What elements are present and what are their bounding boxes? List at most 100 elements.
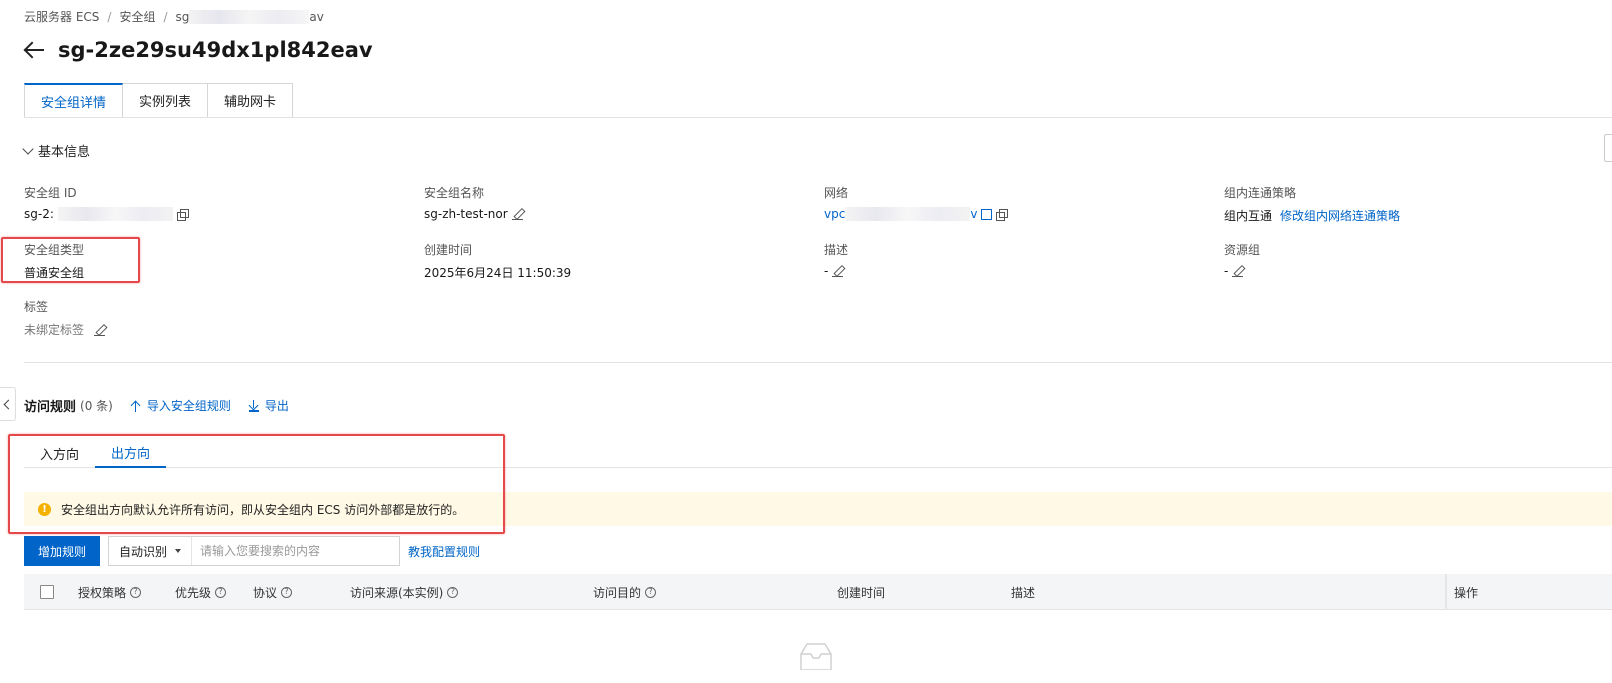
rules-toolbar: 增加规则 自动识别 教我配置规则 <box>24 536 480 566</box>
search-mode-select[interactable]: 自动识别 <box>109 537 193 565</box>
info-label: 资源组 <box>1224 243 1261 257</box>
info-sg-id: 安全组 ID sg-2: <box>24 184 189 221</box>
info-label: 安全组名称 <box>424 186 485 200</box>
column-actions: 操作 <box>1454 585 1479 600</box>
resource-group-text: - <box>1224 264 1229 278</box>
modify-policy-link[interactable]: 修改组内网络连通策略 <box>1280 207 1400 224</box>
help-circle-icon[interactable]: ? <box>447 586 459 598</box>
rules-title: 访问规则 <box>24 400 77 415</box>
sg-type-value: 普通安全组 <box>24 266 85 280</box>
select-all-cell <box>40 574 54 610</box>
caret-down-icon <box>175 549 182 553</box>
created-value: 2025年6月24日 11:50:39 <box>424 266 572 280</box>
select-all-checkbox[interactable] <box>40 585 54 599</box>
sg-name-text: sg-zh-test-nor <box>424 207 508 221</box>
column-policy-label: 授权策略 <box>78 585 127 600</box>
info-tags: 标签 未绑定标签 <box>24 298 106 338</box>
tab-instance-list[interactable]: 实例列表 <box>123 83 209 118</box>
section-divider <box>24 362 1612 363</box>
basic-info-toggle[interactable]: 基本信息 <box>22 141 91 160</box>
column-separator <box>1445 574 1447 610</box>
copy-icon[interactable] <box>176 208 189 221</box>
outbound-default-alert: ! 安全组出方向默认允许所有访问，即从安全组内 ECS 访问外部都是放行的。 <box>24 492 1612 526</box>
info-label: 标签 <box>24 300 49 314</box>
tab-secondary-eni[interactable]: 辅助网卡 <box>208 83 294 118</box>
intra-policy-value: 组内互通 修改组内网络连通策略 <box>1224 207 1400 224</box>
info-created: 创建时间 2025年6月24日 11:50:39 <box>424 241 571 281</box>
title-row: sg-2ze29su49dx1pl842eav <box>24 38 373 62</box>
info-resource-group: 资源组 - <box>1224 241 1260 278</box>
external-link-icon[interactable] <box>981 208 993 220</box>
vpc-link[interactable]: vpc v <box>824 207 977 221</box>
redacted-blur <box>57 207 173 221</box>
rules-table-header: 授权策略 ? 优先级 ? 协议 ? 访问来源(本实例) ? 访问目的 ? 创建时… <box>24 574 1612 610</box>
vpc-link-suffix: v <box>970 207 978 221</box>
info-description: 描述 - <box>824 241 848 278</box>
column-created: 创建时间 <box>837 585 886 600</box>
redacted-blur <box>845 207 971 221</box>
search-input[interactable] <box>192 537 400 565</box>
config-help-link[interactable]: 教我配置规则 <box>408 543 480 560</box>
redacted-blur <box>189 9 310 24</box>
tags-text: 未绑定标签 <box>24 323 85 337</box>
import-icon <box>131 400 141 412</box>
info-network: 网络 vpc v <box>824 184 1009 221</box>
edit-icon[interactable] <box>94 324 106 336</box>
tab-outbound[interactable]: 出方向 <box>95 438 167 468</box>
chevron-down-icon <box>22 142 34 155</box>
help-circle-icon[interactable]: ? <box>130 586 142 598</box>
intra-policy-text: 组内互通 <box>1224 209 1273 223</box>
breadcrumb-separator: / <box>107 9 112 24</box>
back-arrow-icon[interactable] <box>24 39 46 61</box>
tabs-divider <box>24 117 1612 118</box>
vpc-link-prefix: vpc <box>824 207 846 221</box>
breadcrumb-current: sg av <box>175 9 324 24</box>
info-sg-type: 安全组类型 普通安全组 <box>24 241 84 281</box>
info-label: 安全组 ID <box>24 186 77 200</box>
breadcrumb-ecs[interactable]: 云服务器 ECS <box>24 8 99 25</box>
breadcrumb: 云服务器 ECS / 安全组 / sg av <box>24 8 324 25</box>
export-icon <box>248 399 259 412</box>
info-label: 描述 <box>824 243 849 257</box>
search-group: 自动识别 <box>108 536 401 566</box>
column-source-label: 访问来源(本实例) <box>350 585 444 600</box>
column-description: 描述 <box>1011 585 1036 600</box>
resource-group-value: - <box>1224 264 1260 278</box>
chevron-left-icon[interactable] <box>0 387 16 421</box>
help-circle-icon[interactable]: ? <box>645 586 657 598</box>
sg-id-text: sg-2: <box>24 207 54 221</box>
search-mode-label: 自动识别 <box>119 544 168 559</box>
tab-security-group-details[interactable]: 安全组详情 <box>24 83 124 118</box>
help-circle-icon[interactable]: ? <box>281 586 293 598</box>
breadcrumb-separator: / <box>163 9 168 24</box>
info-sg-name: 安全组名称 sg-zh-test-nor <box>424 184 524 221</box>
column-protocol-label: 协议 <box>253 585 278 600</box>
breadcrumb-security-group[interactable]: 安全组 <box>119 8 155 25</box>
edit-icon[interactable] <box>511 208 524 220</box>
export-label: 导出 <box>264 399 289 413</box>
column-source: 访问来源(本实例) ? <box>350 574 459 610</box>
tab-inbound[interactable]: 入方向 <box>24 438 95 468</box>
export-button[interactable]: 导出 <box>248 397 289 414</box>
edit-icon[interactable] <box>1232 265 1244 277</box>
copy-icon[interactable] <box>996 208 1009 221</box>
breadcrumb-current-prefix: sg <box>175 9 190 24</box>
import-rules-label: 导入安全组规则 <box>146 399 231 413</box>
help-circle-icon[interactable]: ? <box>215 586 227 598</box>
edit-icon[interactable] <box>832 265 844 277</box>
info-intra-policy: 组内连通策略 组内互通 修改组内网络连通策略 <box>1224 184 1400 224</box>
direction-tabs: 入方向 出方向 <box>24 438 1612 468</box>
description-value: - <box>824 264 848 278</box>
description-text: - <box>824 264 829 278</box>
detail-tabs: 安全组详情 实例列表 辅助网卡 <box>24 83 294 118</box>
network-value: vpc v <box>824 207 1009 221</box>
info-label: 组内连通策略 <box>1224 186 1297 200</box>
import-rules-button[interactable]: 导入安全组规则 <box>131 397 231 414</box>
side-panel-toggle[interactable] <box>1604 134 1612 162</box>
page-title: sg-2ze29su49dx1pl842eav <box>58 38 373 62</box>
add-rule-button[interactable]: 增加规则 <box>24 536 101 566</box>
column-destination-label: 访问目的 <box>593 585 642 600</box>
sg-id-value: sg-2: <box>24 207 189 221</box>
rules-count: (0 条) <box>80 399 113 413</box>
basic-info-title: 基本信息 <box>38 145 91 160</box>
